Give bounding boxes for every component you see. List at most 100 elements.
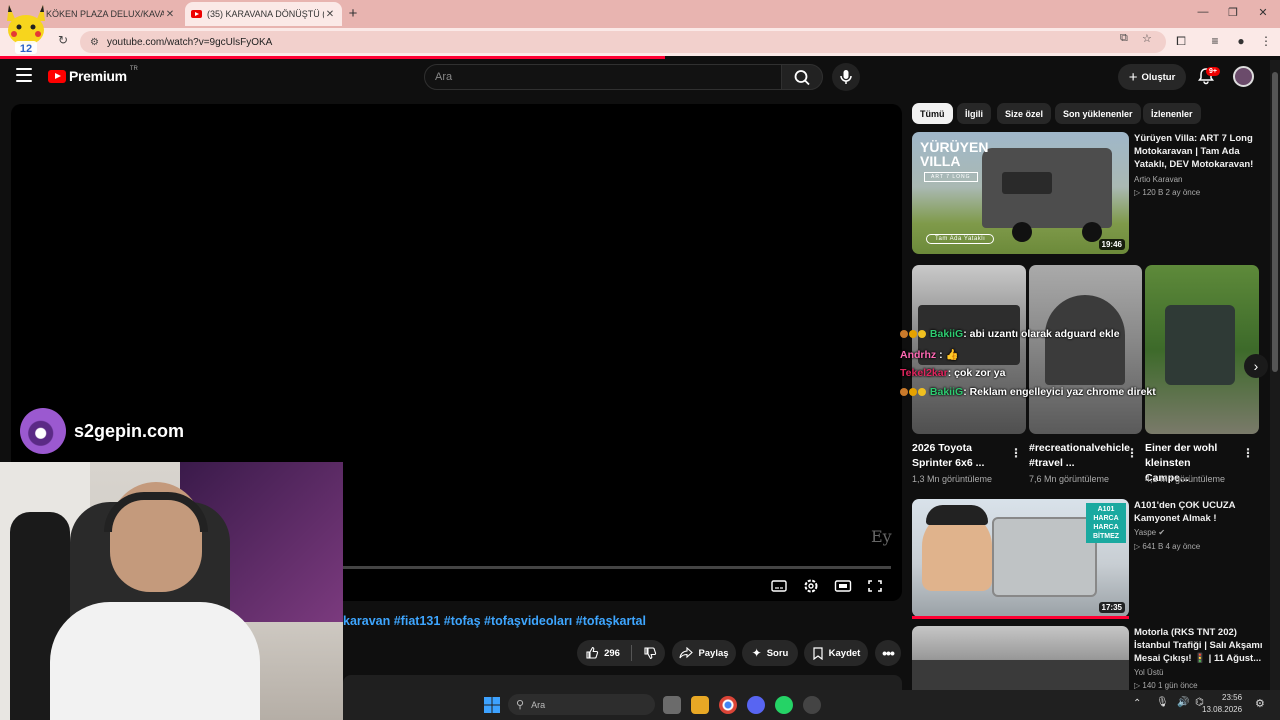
- video-thumbnail[interactable]: [912, 626, 1129, 690]
- notification-center-icon[interactable]: ⚙: [1255, 697, 1265, 710]
- subtitles-icon[interactable]: [770, 578, 788, 594]
- pikachu-avatar-icon: 12: [7, 5, 45, 55]
- chip-recent-uploads[interactable]: Son yüklenenler: [1055, 103, 1141, 124]
- scrollbar-thumb[interactable]: [1272, 72, 1278, 372]
- sparkle-icon: ✦: [751, 646, 762, 660]
- search-input[interactable]: Ara: [424, 64, 782, 90]
- close-tab-icon[interactable]: ✕: [324, 9, 336, 20]
- road-shape: [912, 660, 1129, 690]
- channel-name[interactable]: Yol Üstü: [1134, 668, 1164, 677]
- bookmark-icon: [813, 646, 823, 660]
- chip-watched[interactable]: İzlenenler: [1143, 103, 1201, 124]
- settings-gear-icon[interactable]: [802, 578, 820, 594]
- more-actions-button[interactable]: •••: [875, 640, 901, 666]
- chat-text: : çok zor ya: [947, 367, 1006, 379]
- reload-icon[interactable]: ↻: [54, 33, 72, 47]
- person-body-shape: [50, 602, 260, 720]
- thumbs-down-icon[interactable]: [643, 646, 657, 660]
- thumbs-up-icon: [586, 646, 599, 659]
- video-hashtags[interactable]: karavan #fiat131 #tofaş #tofaşvideoları …: [343, 614, 646, 628]
- chat-text: : abi uzantı olarak adguard ekle: [963, 328, 1120, 340]
- install-app-icon[interactable]: ⧉: [1120, 32, 1128, 45]
- bookmark-star-icon[interactable]: ☆: [1142, 32, 1152, 45]
- description-box[interactable]: [343, 675, 902, 690]
- fullscreen-icon[interactable]: [866, 578, 884, 594]
- short-title[interactable]: #recreationalvehicle #travel ...: [1029, 441, 1130, 471]
- tray-mic-icon[interactable]: 🎙: [1156, 697, 1169, 708]
- browser-tab-2[interactable]: (35) KARAVANA DÖNÜŞTÜ (TO ✕: [185, 2, 342, 26]
- search-button[interactable]: [781, 64, 823, 90]
- save-label: Kaydet: [828, 647, 861, 659]
- video-thumbnail[interactable]: YÜRÜYEN VILLA ART 7 LONG Tam Ada Yataklı…: [912, 132, 1129, 254]
- video-meta: ▷ 140 1 gün önce: [1134, 681, 1198, 690]
- youtube-play-icon: [48, 69, 66, 83]
- ask-button[interactable]: ✦ Soru: [742, 640, 798, 666]
- youtube-logo[interactable]: Premium TR: [48, 66, 138, 84]
- browser-tab-1[interactable]: KÖKEN PLAZA DELUX/KAVAK-K ✕: [40, 2, 182, 26]
- discord-icon[interactable]: [747, 696, 765, 714]
- short-thumbnail[interactable]: [1029, 265, 1142, 434]
- extensions-icon[interactable]: ⧠: [1172, 34, 1190, 49]
- ask-label: Soru: [766, 647, 789, 659]
- chat-message: Andrhz : 👍: [900, 348, 959, 361]
- more-vertical-icon[interactable]: ⋮: [1242, 446, 1254, 460]
- video-title[interactable]: Motorla (RKS TNT 202) İstanbul Trafiği |…: [1134, 626, 1264, 665]
- shorts-next-button[interactable]: ›: [1244, 354, 1268, 378]
- windows-start-icon[interactable]: [484, 697, 500, 713]
- tray-chevron-icon[interactable]: ⌃: [1133, 698, 1141, 709]
- file-explorer-icon[interactable]: [691, 696, 709, 714]
- taskbar-clock[interactable]: 23:56 13.08.2026: [1202, 692, 1242, 716]
- short-thumbnail[interactable]: [1145, 265, 1259, 434]
- video-title[interactable]: Yürüyen Villa: ART 7 Long Motokaravan | …: [1134, 132, 1264, 171]
- user-avatar[interactable]: [1233, 66, 1254, 87]
- obs-icon[interactable]: [803, 696, 821, 714]
- new-tab-button[interactable]: +: [346, 5, 360, 22]
- video-meta: ▷ 641 B 4 ay önce: [1134, 542, 1201, 551]
- chat-username: BakiiG: [929, 386, 964, 398]
- like-dislike-group: 296: [577, 640, 665, 666]
- windows-taskbar: ⚲ Ara ⌃ 🎙 🔊 ⌬ ⚙: [343, 690, 1280, 720]
- video-meta: ▷ 120 B 2 ay önce: [1134, 188, 1201, 197]
- task-view-icon[interactable]: [663, 696, 681, 714]
- whatsapp-icon[interactable]: [775, 696, 793, 714]
- chip-for-you[interactable]: Size özel: [997, 103, 1052, 124]
- country-code: TR: [129, 66, 138, 72]
- chip-all[interactable]: Tümü: [912, 103, 953, 124]
- close-window-icon[interactable]: ✕: [1255, 6, 1271, 19]
- minimize-icon[interactable]: —: [1195, 6, 1211, 18]
- webcam-overlay: [0, 462, 343, 720]
- video-thumbnail[interactable]: A101 HARCA HARCA BİTMEZ 17:35: [912, 499, 1129, 617]
- video-title[interactable]: A101'den ÇOK UCUZA Kamyonet Almak !: [1134, 499, 1264, 525]
- page-load-progress: [0, 56, 665, 59]
- voice-search-button[interactable]: [832, 63, 860, 91]
- media-control-icon[interactable]: ≡: [1206, 34, 1224, 48]
- thumb-banner: A101 HARCA HARCA BİTMEZ: [1086, 503, 1126, 543]
- close-tab-icon[interactable]: ✕: [164, 9, 176, 20]
- taskbar-search[interactable]: ⚲ Ara: [508, 694, 655, 715]
- vehicle-shape: [1045, 295, 1125, 385]
- hamburger-menu-icon[interactable]: [16, 68, 32, 82]
- like-button[interactable]: 296: [585, 646, 620, 660]
- address-bar[interactable]: ⚙ youtube.com/watch?v=9gcUlsFyOKA: [80, 31, 1166, 53]
- plus-icon: +: [1128, 68, 1138, 86]
- video-progress-bar[interactable]: [343, 566, 891, 569]
- short-title[interactable]: 2026 Toyota Sprinter 6x6 ...: [912, 441, 1002, 471]
- share-button[interactable]: Paylaş: [672, 640, 736, 666]
- more-vertical-icon[interactable]: ⋮: [1126, 446, 1138, 460]
- site-info-icon[interactable]: ⚙: [90, 37, 99, 48]
- chrome-icon[interactable]: [719, 696, 737, 714]
- restore-icon[interactable]: ❐: [1225, 6, 1241, 19]
- more-vertical-icon[interactable]: ⋮: [1010, 446, 1022, 460]
- url-text: youtube.com/watch?v=9gcUlsFyOKA: [106, 36, 273, 48]
- chat-message: BakiiG: Reklam engelleyici yaz chrome di…: [900, 386, 1156, 398]
- channel-name[interactable]: Artio Karavan: [1134, 175, 1182, 184]
- channel-name[interactable]: Yaspe ✔: [1134, 528, 1165, 537]
- save-button[interactable]: Kaydet: [804, 640, 868, 666]
- profile-icon[interactable]: ●: [1232, 34, 1250, 48]
- wheel: [1012, 222, 1032, 242]
- create-button[interactable]: + Oluştur: [1118, 64, 1186, 90]
- chip-related[interactable]: İlgili: [957, 103, 991, 124]
- browser-menu-icon[interactable]: ⋮: [1257, 34, 1275, 48]
- theater-mode-icon[interactable]: [834, 578, 852, 594]
- tray-volume-icon[interactable]: 🔊: [1177, 697, 1189, 708]
